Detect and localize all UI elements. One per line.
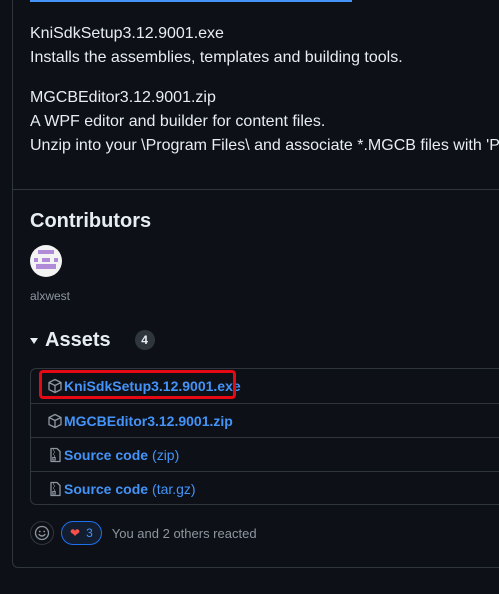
- asset-link-mgcb-editor[interactable]: MGCBEditor3.12.9001.zip: [64, 413, 233, 429]
- heart-icon: ❤: [70, 526, 81, 540]
- release-note-line-2: Installs the assemblies, templates and b…: [30, 49, 403, 66]
- release-note-line-1: KniSdkSetup3.12.9001.exe: [30, 25, 224, 42]
- asset-link-source-targz[interactable]: Source code: [64, 481, 148, 497]
- file-zip-icon: [50, 481, 61, 496]
- release-note-line-3: MGCBEditor3.12.9001.zip: [30, 89, 216, 106]
- avatar[interactable]: [30, 245, 62, 277]
- asset-link-source-zip[interactable]: Source code: [64, 447, 148, 463]
- reactions-bar: ❤ 3 You and 2 others reacted: [30, 520, 257, 546]
- heart-reaction-button[interactable]: ❤ 3: [61, 521, 102, 545]
- assets-heading: Assets: [45, 328, 111, 351]
- list-item: Source code (tar.gz): [31, 471, 499, 505]
- list-item: KniSdkSetup3.12.9001.exe: [31, 369, 499, 403]
- caret-down-icon: [30, 338, 38, 344]
- asset-link-kni-sdk-setup[interactable]: KniSdkSetup3.12.9001.exe: [64, 378, 241, 394]
- file-zip-icon: [50, 447, 61, 462]
- assets-count-badge: 4: [134, 330, 155, 350]
- contributors-heading: Contributors: [30, 210, 152, 232]
- assets-toggle[interactable]: Assets 4: [30, 327, 155, 353]
- smiley-icon: [34, 525, 50, 541]
- asset-format-targz[interactable]: (tar.gz): [152, 481, 196, 497]
- add-reaction-button[interactable]: [30, 521, 54, 545]
- list-item: MGCBEditor3.12.9001.zip: [31, 403, 499, 437]
- release-note-line-5: Unzip into your \Program Files\ and asso…: [30, 137, 499, 154]
- truncated-link-underline[interactable]: [30, 0, 352, 2]
- reaction-summary: You and 2 others reacted: [111, 525, 257, 541]
- package-icon: [48, 378, 62, 394]
- asset-format-zip[interactable]: (zip): [152, 447, 179, 463]
- package-icon: [48, 413, 62, 428]
- release-note-line-4: A WPF editor and builder for content fil…: [30, 113, 326, 130]
- asset-list: KniSdkSetup3.12.9001.exe MGCBEditor3.12.…: [30, 368, 499, 505]
- heart-reaction-count: 3: [86, 526, 93, 540]
- section-divider: [13, 189, 499, 190]
- contributor-name[interactable]: alxwest: [30, 289, 70, 303]
- list-item: Source code (zip): [31, 437, 499, 471]
